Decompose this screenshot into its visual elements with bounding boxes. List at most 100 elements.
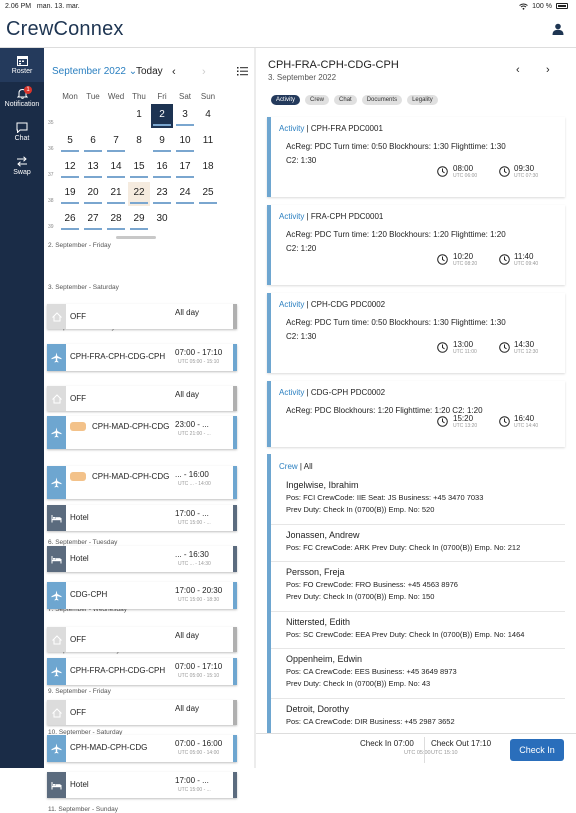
next-month-button[interactable]: ›	[202, 66, 206, 78]
tab-documents[interactable]: Documents	[361, 95, 403, 105]
tab-crew[interactable]: Crew	[305, 95, 330, 105]
crew-link[interactable]: Crew	[279, 462, 298, 471]
crew-member[interactable]: Ingelwise, Ibrahim Pos: FCI CrewCode: IIE…	[271, 480, 565, 525]
crew-filter[interactable]: All	[304, 462, 313, 471]
calendar-day[interactable]: 2	[151, 104, 173, 128]
roster-item[interactable]: Hotel 17:00 - ... UTC 15:00 - ...	[47, 505, 237, 531]
roster-item[interactable]: Hotel 17:00 - ... UTC 15:00 - ...	[47, 772, 237, 798]
calendar-day[interactable]: 16	[151, 156, 173, 180]
week-number: 39	[48, 224, 54, 230]
calendar-day[interactable]: 10	[174, 130, 196, 154]
roster-item[interactable]: OFF All day	[47, 627, 237, 652]
calendar-day[interactable]: 30	[151, 208, 173, 232]
prev-duty-button[interactable]: ‹	[516, 64, 520, 76]
duty-indicator	[84, 176, 102, 178]
crew-member[interactable]: Nittersted, Edith Pos: SC CrewCode: EEA P…	[271, 617, 565, 649]
calendar-day[interactable]: 1	[128, 104, 150, 128]
calendar-day[interactable]: 7	[105, 130, 127, 154]
activity-card[interactable]: Activity | CDG-CPH PDC0002 AcReg: PDC Blo…	[267, 381, 565, 447]
roster-item-time: All day	[175, 308, 200, 317]
calendar-day[interactable]: 29	[128, 208, 150, 232]
checkout-utc: UTC 15:10	[431, 750, 458, 756]
check-in-button[interactable]: Check In	[510, 739, 564, 761]
activity-details: AcReg: PDC Turn time: 0:50 Blockhours: 1…	[286, 142, 506, 151]
crew-member-name: Jonassen, Andrew	[286, 530, 360, 540]
activity-link[interactable]: Activity	[279, 388, 304, 397]
calendar-day[interactable]: 22	[128, 182, 150, 206]
sidebar-item-notification[interactable]: 1 Notification	[0, 86, 44, 118]
prev-month-button[interactable]: ‹	[172, 66, 176, 78]
activity-card[interactable]: Activity | CPH-CDG PDC0002 AcReg: PDC Tur…	[267, 293, 565, 373]
next-duty-button[interactable]: ›	[546, 64, 550, 76]
week-number: 35	[48, 120, 54, 126]
calendar-day[interactable]: 17	[174, 156, 196, 180]
activity-link[interactable]: Activity	[279, 300, 304, 309]
date-label: 2. September - Friday	[48, 242, 111, 249]
calendar-day[interactable]: 9	[151, 130, 173, 154]
user-icon[interactable]	[552, 23, 564, 35]
checkin-utc: UTC 05:00	[404, 750, 431, 756]
calendar-day[interactable]: 15	[128, 156, 150, 180]
calendar-day[interactable]: 11	[197, 130, 219, 154]
calendar-day[interactable]: 23	[151, 182, 173, 206]
app-header: CrewConnex	[0, 12, 576, 48]
roster-item[interactable]: CPH-FRA-CPH-CDG-CPH 07:00 - 17:10 UTC 05:0…	[47, 658, 237, 685]
tab-chat[interactable]: Chat	[334, 95, 357, 105]
calendar-day[interactable]: 4	[197, 104, 219, 128]
list-view-icon[interactable]	[237, 67, 248, 76]
calendar-day[interactable]: 5	[59, 130, 81, 154]
calendar-day[interactable]: 26	[59, 208, 81, 232]
sidebar-item-chat[interactable]: Chat	[0, 122, 44, 152]
roster-item[interactable]: Hotel ... - 16:30 UTC ... - 14:30	[47, 546, 237, 572]
activity-card[interactable]: Activity | CPH-FRA PDC0001 AcReg: PDC Tur…	[267, 117, 565, 197]
roster-item[interactable]: OFF All day	[47, 386, 237, 411]
roster-item[interactable]: CPH-MAD-CPH-CDG 23:00 - ... UTC 21:00 - ..…	[47, 416, 237, 449]
calendar-day[interactable]: 21	[105, 182, 127, 206]
crew-member-info: Pos: CA CrewCode: DIR Business: +45 2987…	[286, 717, 455, 726]
calendar-day[interactable]: 3	[174, 104, 196, 128]
roster-item[interactable]: OFF All day	[47, 304, 237, 329]
crew-separator	[271, 698, 565, 699]
activity-link[interactable]: Activity	[279, 124, 304, 133]
calendar-day[interactable]: 24	[174, 182, 196, 206]
crew-member[interactable]: Detroit, Dorothy Pos: CA CrewCode: DIR Bu…	[286, 704, 556, 726]
arrival-time: 14:30	[514, 340, 535, 349]
sidebar-item-roster[interactable]: Roster	[0, 48, 44, 82]
sidebar-item-swap[interactable]: Swap	[0, 156, 44, 186]
calendar-day[interactable]: 12	[59, 156, 81, 180]
calendar-day[interactable]: 28	[105, 208, 127, 232]
departure-utc: UTC 11:00	[453, 349, 477, 355]
calendar-day-label: 28	[110, 213, 122, 224]
roster-item[interactable]: CPH-FRA-CPH-CDG-CPH 07:00 - 17:10 UTC 05:0…	[47, 344, 237, 371]
calendar-day[interactable]: 13	[82, 156, 104, 180]
roster-item-title-wrap: CPH-MAD-CPH-CDG	[70, 471, 170, 483]
calendar-day[interactable]: 20	[82, 182, 104, 206]
clock-icon	[499, 416, 510, 427]
roster-item[interactable]: CPH-MAD-CPH-CDG 07:00 - 16:00 UTC 05:00 - …	[47, 735, 237, 762]
calendar-day[interactable]: 8	[128, 130, 150, 154]
month-selector[interactable]: September 2022 ⌄	[52, 66, 137, 77]
crew-member[interactable]: Persson, Freja Pos: FO CrewCode: FRO Busi…	[271, 567, 565, 612]
calendar-day[interactable]: 6	[82, 130, 104, 154]
crew-member[interactable]: Jonassen, Andrew Pos: FC CrewCode: ARK Pr…	[271, 530, 565, 562]
calendar-day[interactable]: 18	[197, 156, 219, 180]
roster-item[interactable]: CDG-CPH 17:00 - 20:30 UTC 15:00 - 18:30	[47, 582, 237, 609]
calendar-day[interactable]: 27	[82, 208, 104, 232]
activity-link[interactable]: Activity	[279, 212, 304, 221]
calendar-day[interactable]: 14	[105, 156, 127, 180]
crew-member-name: Persson, Freja	[286, 567, 345, 577]
crew-member[interactable]: Oppenheim, Edwin Pos: CA CrewCode: EES Bu…	[271, 654, 565, 699]
clock-icon	[437, 416, 448, 427]
tab-legality[interactable]: Legality	[407, 95, 438, 105]
today-button[interactable]: Today	[136, 66, 163, 77]
activity-name: CDG-CPH PDC0002	[310, 388, 386, 397]
roster-item[interactable]: OFF All day	[47, 700, 237, 725]
calendar-day-label: 23	[156, 187, 168, 198]
tab-activity[interactable]: Activity	[271, 95, 301, 105]
scrollbar[interactable]	[116, 236, 156, 239]
crew-member-info: Pos: FCI CrewCode: IIE Seat: JS Business…	[286, 493, 484, 502]
calendar-day[interactable]: 25	[197, 182, 219, 206]
calendar-day[interactable]: 19	[59, 182, 81, 206]
activity-card[interactable]: Activity | FRA-CPH PDC0001 AcReg: PDC Tur…	[267, 205, 565, 285]
roster-item[interactable]: CPH-MAD-CPH-CDG ... - 16:00 UTC ... - 14:0…	[47, 466, 237, 499]
